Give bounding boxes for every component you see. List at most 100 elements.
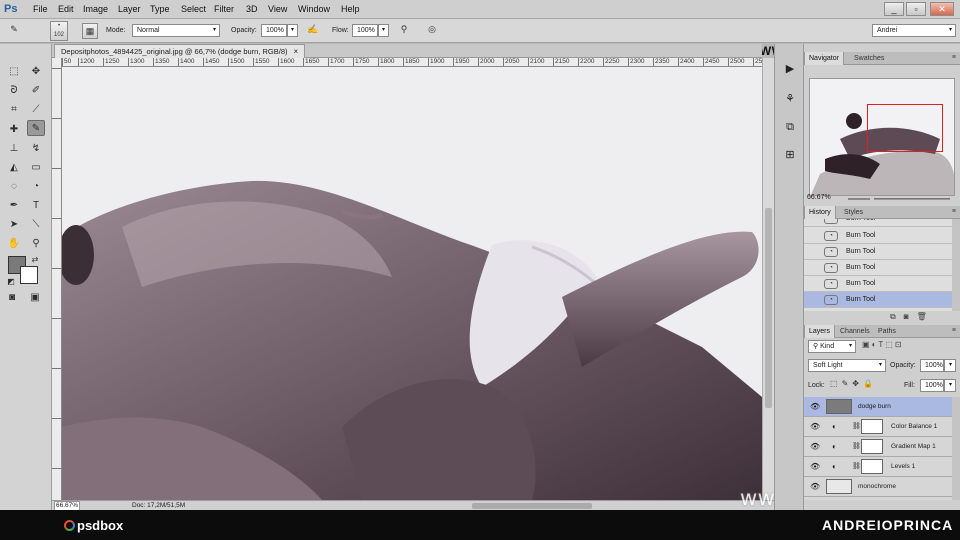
fill-input[interactable]: 100% (920, 379, 944, 392)
layer-row[interactable]: 👁 ◐ ⛓ Color Balance 1 (804, 417, 952, 437)
close-tab-icon[interactable]: × (294, 47, 299, 56)
clone-source-icon[interactable]: ⧉ (781, 118, 799, 136)
move-tool-icon[interactable]: ✥ (27, 64, 45, 80)
menu-view[interactable]: View (268, 0, 287, 19)
tab-styles[interactable]: Styles (840, 206, 867, 219)
gradient-tool-icon[interactable]: ▭ (27, 160, 45, 176)
flow-input[interactable]: 100% (352, 24, 378, 37)
trash-icon[interactable]: 🗑 (917, 312, 935, 321)
layer-opacity-input[interactable]: 100% (920, 359, 944, 372)
camera-icon[interactable]: ◙ (904, 312, 917, 321)
blend-mode-select[interactable]: Soft Light ▾ (808, 359, 886, 372)
brush-presets-icon[interactable]: ⚘ (781, 90, 799, 108)
screen-mode-icon[interactable]: ▣ (26, 290, 44, 306)
filter-shape-icon[interactable]: ⬚ (885, 340, 895, 349)
menu-type[interactable]: Type (150, 0, 170, 19)
lasso-tool-icon[interactable]: ᘐ (5, 83, 23, 99)
opacity-input[interactable]: 100% (261, 24, 287, 37)
canvas-vertical-scrollbar[interactable] (762, 58, 774, 500)
zoom-out-icon[interactable] (848, 198, 870, 200)
clone-stamp-tool-icon[interactable]: ⊥ (5, 141, 23, 157)
layer-filter-select[interactable]: ⚲ Kind ▾ (808, 340, 856, 353)
adjustments-icon[interactable]: ⊞ (781, 146, 799, 164)
layer-row[interactable]: 👁 dodge burn (804, 397, 952, 417)
menu-file[interactable]: File (33, 0, 48, 19)
minimize-button[interactable]: _ (884, 2, 904, 16)
layer-row[interactable]: 👁 monochrome (804, 477, 952, 497)
blur-tool-icon[interactable]: ◌ (5, 179, 23, 195)
layer-row[interactable]: 👁 ◐ ⛓ Levels 1 (804, 457, 952, 477)
pen-tool-icon[interactable]: ✒ (5, 198, 23, 214)
menu-filter[interactable]: Filter (214, 0, 234, 19)
filter-pixel-icon[interactable]: ▣ (862, 340, 872, 349)
filter-smart-icon[interactable]: ⊡ (895, 340, 904, 349)
history-item[interactable]: ◔ Burn Tool (804, 276, 952, 292)
crop-tool-icon[interactable]: ⌗ (5, 102, 23, 118)
layer-row[interactable]: 👁 ◐ ⛓ Gradient Map 1 (804, 437, 952, 457)
lock-all-icon[interactable]: 🔒 (863, 379, 877, 388)
tab-layers[interactable]: Layers (804, 325, 836, 338)
layer-opacity-dropdown[interactable]: ▾ (944, 359, 956, 372)
history-scrollbar[interactable] (952, 219, 960, 311)
navigator-preview[interactable] (809, 78, 955, 196)
tab-history[interactable]: History (804, 206, 836, 219)
panel-menu-icon[interactable]: ≡ (952, 208, 956, 215)
pressure-opacity-icon[interactable]: ✍ (305, 22, 321, 38)
maximize-button[interactable]: ▫ (906, 2, 926, 16)
history-brush-tool-icon[interactable]: ↯ (27, 141, 45, 157)
panel-menu-icon[interactable]: ≡ (952, 54, 956, 61)
burn-tool-icon[interactable]: ◔ (27, 179, 45, 195)
history-item[interactable]: ◔ Burn Tool (804, 228, 952, 244)
type-tool-icon[interactable]: T (27, 198, 45, 214)
eye-icon[interactable]: 👁 (810, 417, 820, 437)
menu-select[interactable]: Select (181, 0, 206, 19)
lock-transparency-icon[interactable]: ⬚ (830, 379, 842, 388)
pressure-size-icon[interactable]: ◎ (424, 22, 440, 38)
navigator-zoom[interactable]: 66.67% (807, 194, 831, 201)
tab-swatches[interactable]: Swatches (850, 52, 888, 65)
lock-position-icon[interactable]: ✥ (852, 379, 863, 388)
mode-select[interactable]: Normal ▾ (132, 24, 220, 37)
history-item[interactable]: ◔ Burn Tool (804, 244, 952, 260)
panel-menu-icon[interactable]: ≡ (952, 327, 956, 334)
default-colors-icon[interactable]: ◩ (2, 274, 20, 290)
eye-icon[interactable]: 👁 (810, 477, 820, 497)
path-select-tool-icon[interactable]: ➤ (5, 217, 23, 233)
airbrush-icon[interactable]: ⚲ (396, 22, 412, 38)
play-icon[interactable]: ▶ (781, 60, 799, 78)
background-color-swatch[interactable] (20, 266, 38, 284)
menu-layer[interactable]: Layer (118, 0, 141, 19)
healing-tool-icon[interactable]: ✚ (5, 122, 23, 138)
navigator-view-rect[interactable] (867, 104, 943, 152)
lock-pixels-icon[interactable]: ✎ (842, 379, 853, 388)
zoom-tool-icon[interactable]: ⚲ (27, 236, 45, 252)
hand-tool-icon[interactable]: ✋ (5, 236, 23, 252)
opacity-dropdown[interactable]: ▾ (287, 24, 298, 37)
eye-icon[interactable]: 👁 (810, 397, 820, 417)
tab-channels[interactable]: Channels (836, 325, 874, 338)
brush-preset-icon[interactable]: ✎ (6, 22, 22, 38)
brush-panel-icon[interactable]: ▦ (82, 23, 98, 39)
history-item-active[interactable]: ◔ Burn Tool (804, 292, 952, 308)
menu-edit[interactable]: Edit (58, 0, 74, 19)
workspace-select[interactable]: Andrei ▾ (872, 24, 956, 37)
quick-select-tool-icon[interactable]: ✐ (27, 83, 45, 99)
menu-help[interactable]: Help (341, 0, 360, 19)
document-canvas[interactable] (62, 67, 762, 500)
zoom-slider[interactable] (874, 198, 950, 200)
eyedropper-tool-icon[interactable]: ⟋ (27, 102, 45, 118)
scroll-thumb[interactable] (765, 208, 772, 408)
canvas-horizontal-scrollbar[interactable] (472, 503, 592, 509)
history-item[interactable]: ◔ Burn Tool (804, 219, 952, 227)
eye-icon[interactable]: 👁 (810, 457, 820, 477)
new-document-icon[interactable]: ⧉ (890, 312, 904, 321)
menu-image[interactable]: Image (83, 0, 108, 19)
fill-dropdown[interactable]: ▾ (944, 379, 956, 392)
swap-colors-icon[interactable]: ⇄ (26, 252, 44, 268)
eraser-tool-icon[interactable]: ◭ (5, 160, 23, 176)
brush-size-picker[interactable]: • 102 (50, 21, 68, 41)
layers-scrollbar[interactable] (952, 397, 960, 500)
menu-3d[interactable]: 3D (246, 0, 258, 19)
document-tab[interactable]: Depositphotos_4894425_original.jpg @ 66,… (54, 44, 306, 58)
brush-tool-icon[interactable]: ✎ (27, 120, 45, 136)
